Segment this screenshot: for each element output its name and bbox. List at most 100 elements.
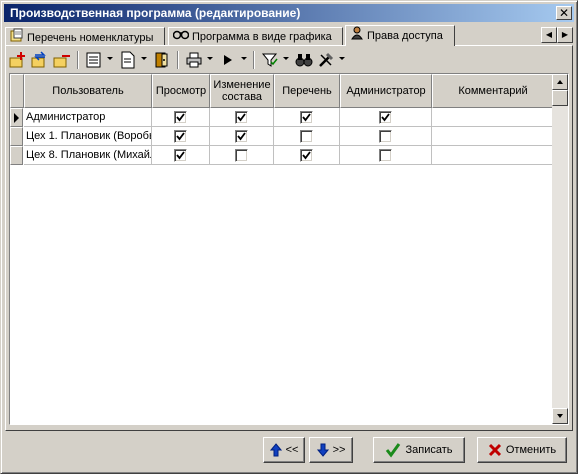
row-indicator[interactable]: [10, 127, 23, 146]
checkmark-icon: [386, 443, 401, 458]
tools-dropdown-arrow[interactable]: [339, 57, 345, 60]
filter-button[interactable]: [261, 51, 279, 69]
tab-nomenclature[interactable]: Перечень номенклатуры: [5, 27, 165, 46]
checkbox-list[interactable]: [300, 148, 313, 162]
checkbox-list[interactable]: [300, 110, 313, 124]
tab-label: Перечень номенклатуры: [27, 31, 154, 44]
cell-user[interactable]: Цех 8. Плановик (Михайлов: [24, 146, 152, 165]
open-door-button[interactable]: [153, 51, 171, 69]
filter-dropdown-arrow[interactable]: [283, 57, 289, 60]
cell-user[interactable]: Администратор: [24, 108, 152, 127]
arrow-down-icon: [316, 443, 329, 457]
tools-icon: [319, 52, 334, 67]
checkbox-view[interactable]: [174, 148, 187, 162]
document-dropdown-arrow[interactable]: [141, 57, 147, 60]
checkbox-admin[interactable]: [379, 110, 392, 124]
scroll-down-button[interactable]: [552, 408, 568, 424]
toolbar-separator: [177, 51, 179, 69]
row-indicator-header: [10, 74, 24, 108]
checkbox-admin[interactable]: [379, 129, 392, 143]
cell-view: [152, 108, 210, 127]
row-indicator[interactable]: [10, 146, 23, 165]
copy-record-icon: [31, 51, 46, 68]
checkbox-view[interactable]: [174, 129, 187, 143]
print-dropdown-arrow[interactable]: [207, 57, 213, 60]
checkbox-view[interactable]: [174, 110, 187, 124]
vertical-scrollbar[interactable]: [552, 74, 568, 424]
document-button[interactable]: [119, 51, 137, 69]
scroll-up-button[interactable]: [552, 74, 568, 90]
tab-label: Права доступа: [367, 29, 443, 42]
tab-chart[interactable]: Программа в виде графика: [168, 27, 343, 46]
cell-admin: [340, 146, 432, 165]
user-icon: [350, 26, 364, 46]
table-row[interactable]: Цех 1. Плановик (Воробьев: [10, 127, 554, 146]
column-header-list[interactable]: Перечень: [274, 74, 340, 108]
check-mark-icon: [176, 150, 185, 159]
cancel-button[interactable]: Отменить: [477, 437, 567, 463]
form-view-button[interactable]: [85, 51, 103, 69]
window-title: Производственная программа (редактирован…: [10, 6, 301, 20]
check-mark-icon: [381, 112, 390, 121]
tab-access-rights[interactable]: Права доступа: [345, 25, 455, 46]
cell-view: [152, 127, 210, 146]
tab-scroll-left-button[interactable]: ◀: [541, 27, 557, 43]
document-icon: [121, 51, 135, 69]
checkbox-admin[interactable]: [379, 148, 392, 162]
checkbox-edit[interactable]: [235, 148, 248, 162]
play-icon: [224, 55, 232, 65]
check-mark-icon: [237, 112, 246, 121]
binoculars-icon: [295, 54, 313, 67]
cell-comment[interactable]: [432, 127, 554, 146]
run-dropdown-arrow[interactable]: [241, 57, 247, 60]
cell-comment[interactable]: [432, 146, 554, 165]
next-button[interactable]: >>: [309, 437, 353, 463]
cell-list: [274, 146, 340, 165]
checkbox-list[interactable]: [300, 129, 313, 143]
cell-edit: [210, 108, 274, 127]
column-header-edit[interactable]: Изменение состава: [210, 74, 274, 108]
column-header-admin[interactable]: Администратор: [340, 74, 432, 108]
toolbar-separator: [77, 51, 79, 69]
table-row[interactable]: Администратор: [10, 108, 554, 127]
tab-scroll-right-button[interactable]: ▶: [557, 27, 573, 43]
print-button[interactable]: [185, 51, 203, 69]
check-mark-icon: [302, 112, 311, 121]
grid-header: Пользователь Просмотр Изменение состава …: [10, 74, 554, 108]
tools-button[interactable]: [317, 51, 335, 69]
row-indicator[interactable]: [10, 108, 23, 127]
filter-icon: [261, 53, 278, 67]
arrow-up-icon: [269, 443, 282, 457]
document-folder-icon: [10, 28, 24, 46]
column-header-view[interactable]: Просмотр: [152, 74, 210, 108]
printer-icon: [186, 52, 202, 68]
cell-user[interactable]: Цех 1. Плановик (Воробьев: [24, 127, 152, 146]
copy-record-button[interactable]: [31, 51, 49, 69]
table-row[interactable]: Цех 8. Плановик (Михайлов: [10, 146, 554, 165]
cross-icon: [488, 443, 501, 457]
triangle-down-icon: [557, 414, 563, 418]
checkbox-edit[interactable]: [235, 110, 248, 124]
cell-comment[interactable]: [432, 108, 554, 127]
cell-list: [274, 108, 340, 127]
scroll-thumb[interactable]: [552, 90, 568, 106]
cell-admin: [340, 127, 432, 146]
tab-label: Программа в виде графика: [192, 31, 332, 43]
cell-admin: [340, 108, 432, 127]
triangle-up-icon: [557, 80, 563, 84]
cell-view: [152, 146, 210, 165]
check-mark-icon: [237, 131, 246, 140]
find-button[interactable]: [295, 51, 313, 69]
column-header-user[interactable]: Пользователь: [24, 74, 152, 108]
add-record-button[interactable]: [9, 51, 27, 69]
form-view-dropdown-arrow[interactable]: [107, 57, 113, 60]
checkbox-edit[interactable]: [235, 129, 248, 143]
column-header-comment[interactable]: Комментарий: [432, 74, 554, 108]
cell-edit: [210, 146, 274, 165]
close-button[interactable]: ✕: [556, 6, 572, 20]
delete-record-button[interactable]: [53, 51, 71, 69]
save-button[interactable]: Записать: [373, 437, 465, 463]
door-icon: [155, 52, 168, 68]
run-button[interactable]: [219, 51, 237, 69]
previous-button[interactable]: <<: [263, 437, 305, 463]
